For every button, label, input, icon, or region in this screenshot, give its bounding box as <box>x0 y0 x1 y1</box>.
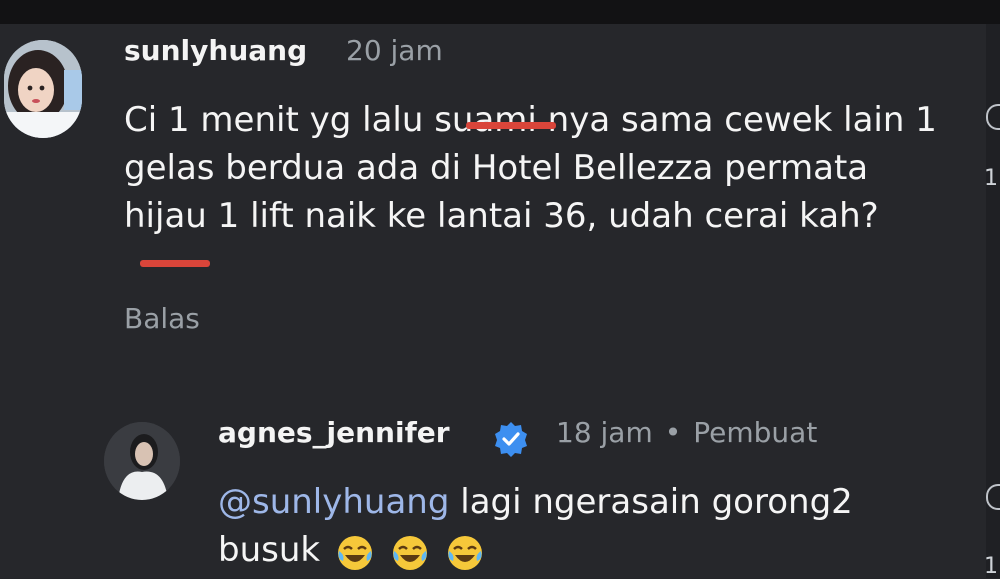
reply-button[interactable]: Balas <box>124 302 200 335</box>
laughing-tears-emoji <box>337 536 372 570</box>
laughing-tears-emoji <box>447 536 482 570</box>
like-count: 1 <box>984 166 998 191</box>
creator-label: Pembuat <box>693 416 818 449</box>
like-count: 1 <box>984 554 998 579</box>
mention-link[interactable]: @sunlyhuang <box>218 482 449 522</box>
avatar[interactable] <box>104 422 180 500</box>
top-bar <box>0 0 1000 24</box>
comment-body: Ci 1 menit yg lalu suami nya sama cewek … <box>124 100 937 236</box>
comment-username[interactable]: sunlyhuang <box>124 34 307 67</box>
comment-timestamp: 20 jam <box>346 34 443 67</box>
meta-separator: • <box>664 416 682 449</box>
like-heart-icon[interactable] <box>986 484 1000 510</box>
comment-timestamp: 18 jam <box>556 416 653 449</box>
emoji-group <box>331 528 485 576</box>
comment-username[interactable]: agnes_jennifer <box>218 416 450 449</box>
censor-scribble <box>466 122 556 129</box>
verified-badge-icon <box>492 420 530 458</box>
censor-scribble <box>140 260 210 267</box>
laughing-tears-emoji <box>392 536 427 570</box>
avatar[interactable] <box>4 40 82 138</box>
right-edge-actions: 1 1 <box>984 24 1000 579</box>
like-heart-icon[interactable] <box>986 104 1000 130</box>
comment-meta: 18 jam • Pembuat <box>556 416 817 449</box>
comment-body: @sunlyhuang lagi ngerasain gorong2 busuk <box>218 478 938 576</box>
